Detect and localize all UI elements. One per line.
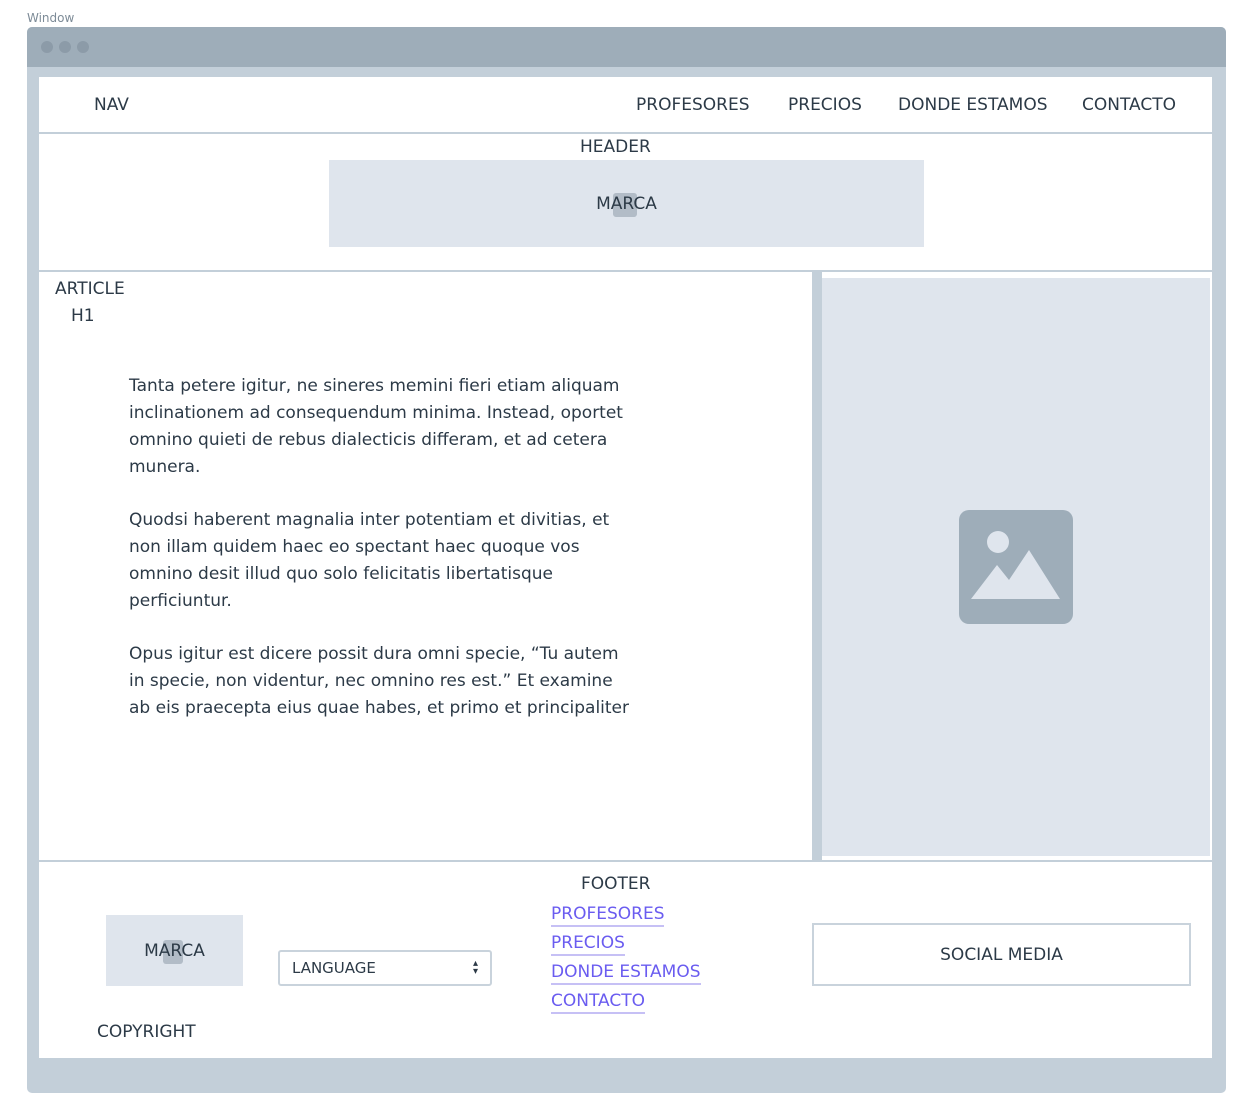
minimize-dot-icon[interactable] — [59, 41, 71, 53]
nav-link-contacto[interactable]: CONTACTO — [1082, 95, 1176, 115]
language-select[interactable]: LANGUAGE ▴ ▾ — [278, 950, 492, 986]
select-arrows-icon: ▴ ▾ — [472, 958, 478, 977]
language-value: LANGUAGE — [292, 959, 376, 977]
divider — [39, 132, 1212, 134]
title-bar — [27, 27, 1226, 67]
footer-label: FOOTER — [581, 874, 651, 894]
browser-window: NAV PROFESORES PRECIOS DONDE ESTAMOS CON… — [27, 27, 1226, 1093]
aside-image — [822, 278, 1210, 856]
divider — [39, 270, 1212, 272]
article-h1: H1 — [71, 306, 95, 326]
article-label: ARTICLE — [55, 279, 125, 299]
close-dot-icon[interactable] — [41, 41, 53, 53]
footer-link-precios[interactable]: PRECIOS — [551, 932, 625, 956]
social-media-box[interactable]: SOCIAL MEDIA — [812, 923, 1191, 986]
paragraph: Opus igitur est dicere possit dura omni … — [129, 644, 630, 718]
footer-links: PROFESORES PRECIOS DONDE ESTAMOS CONTACT… — [551, 903, 701, 1019]
footer-brand[interactable]: MARCA — [106, 915, 243, 986]
nav-label: NAV — [94, 95, 129, 115]
page: NAV PROFESORES PRECIOS DONDE ESTAMOS CON… — [39, 77, 1212, 1058]
maximize-dot-icon[interactable] — [77, 41, 89, 53]
footer-link-contacto[interactable]: CONTACTO — [551, 990, 645, 1014]
window-label: Window — [27, 11, 75, 25]
social-media-label: SOCIAL MEDIA — [940, 944, 1063, 965]
footer-link-donde-estamos[interactable]: DONDE ESTAMOS — [551, 961, 701, 985]
brand-text: MARCA — [144, 940, 205, 961]
brand-text: MARCA — [596, 193, 657, 214]
header-brand[interactable]: MARCA — [329, 160, 924, 247]
divider — [39, 860, 1212, 862]
divider — [812, 270, 822, 862]
article-body: Tanta petere igitur, ne sineres memini f… — [129, 373, 639, 748]
paragraph: Tanta petere igitur, ne sineres memini f… — [129, 376, 623, 477]
nav-link-donde-estamos[interactable]: DONDE ESTAMOS — [898, 95, 1048, 115]
nav-link-precios[interactable]: PRECIOS — [788, 95, 862, 115]
footer-link-profesores[interactable]: PROFESORES — [551, 903, 665, 927]
header-label: HEADER — [580, 137, 651, 157]
copyright: COPYRIGHT — [97, 1022, 196, 1042]
image-placeholder-icon — [959, 510, 1073, 624]
nav-link-profesores[interactable]: PROFESORES — [636, 95, 749, 115]
paragraph: Quodsi haberent magnalia inter potentiam… — [129, 510, 610, 611]
